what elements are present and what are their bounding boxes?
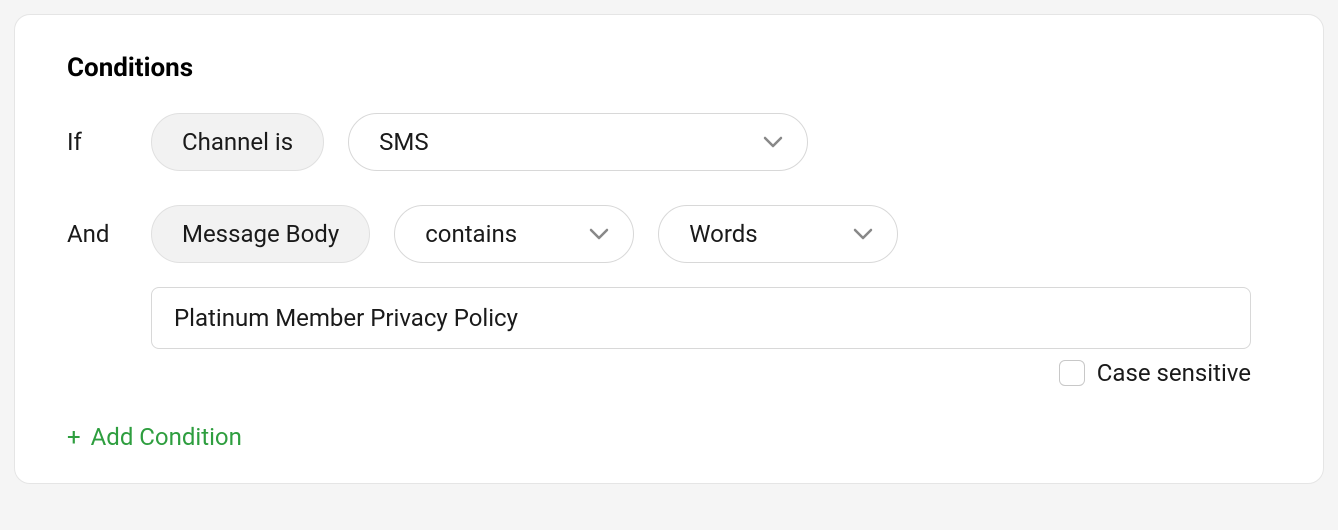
condition-prefix-if: If bbox=[67, 128, 127, 156]
case-sensitive-checkbox[interactable] bbox=[1059, 360, 1085, 386]
section-title: Conditions bbox=[67, 53, 1271, 83]
match-type-select[interactable]: Words bbox=[658, 205, 898, 263]
chevron-down-icon bbox=[589, 228, 609, 240]
case-sensitive-row: Case sensitive bbox=[151, 359, 1251, 387]
condition-row-2: And Message Body contains Words bbox=[67, 205, 1271, 263]
condition-prefix-and: And bbox=[67, 220, 127, 248]
field-pill-message-body[interactable]: Message Body bbox=[151, 205, 370, 263]
operator-select[interactable]: contains bbox=[394, 205, 634, 263]
chevron-down-icon bbox=[763, 136, 783, 148]
operator-select-label: contains bbox=[425, 220, 517, 248]
condition-row-1: If Channel is SMS bbox=[67, 113, 1271, 171]
value-input-row bbox=[151, 287, 1271, 349]
plus-icon: + bbox=[67, 425, 81, 449]
add-condition-label: Add Condition bbox=[91, 423, 242, 451]
add-condition-button[interactable]: + Add Condition bbox=[67, 423, 242, 451]
match-type-select-label: Words bbox=[689, 220, 757, 248]
conditions-card: Conditions If Channel is SMS And Message… bbox=[14, 14, 1324, 484]
value-select-channel-label: SMS bbox=[379, 128, 428, 156]
value-select-channel[interactable]: SMS bbox=[348, 113, 808, 171]
field-pill-channel[interactable]: Channel is bbox=[151, 113, 324, 171]
case-sensitive-label: Case sensitive bbox=[1097, 359, 1251, 387]
condition-value-input[interactable] bbox=[151, 287, 1251, 349]
chevron-down-icon bbox=[853, 228, 873, 240]
